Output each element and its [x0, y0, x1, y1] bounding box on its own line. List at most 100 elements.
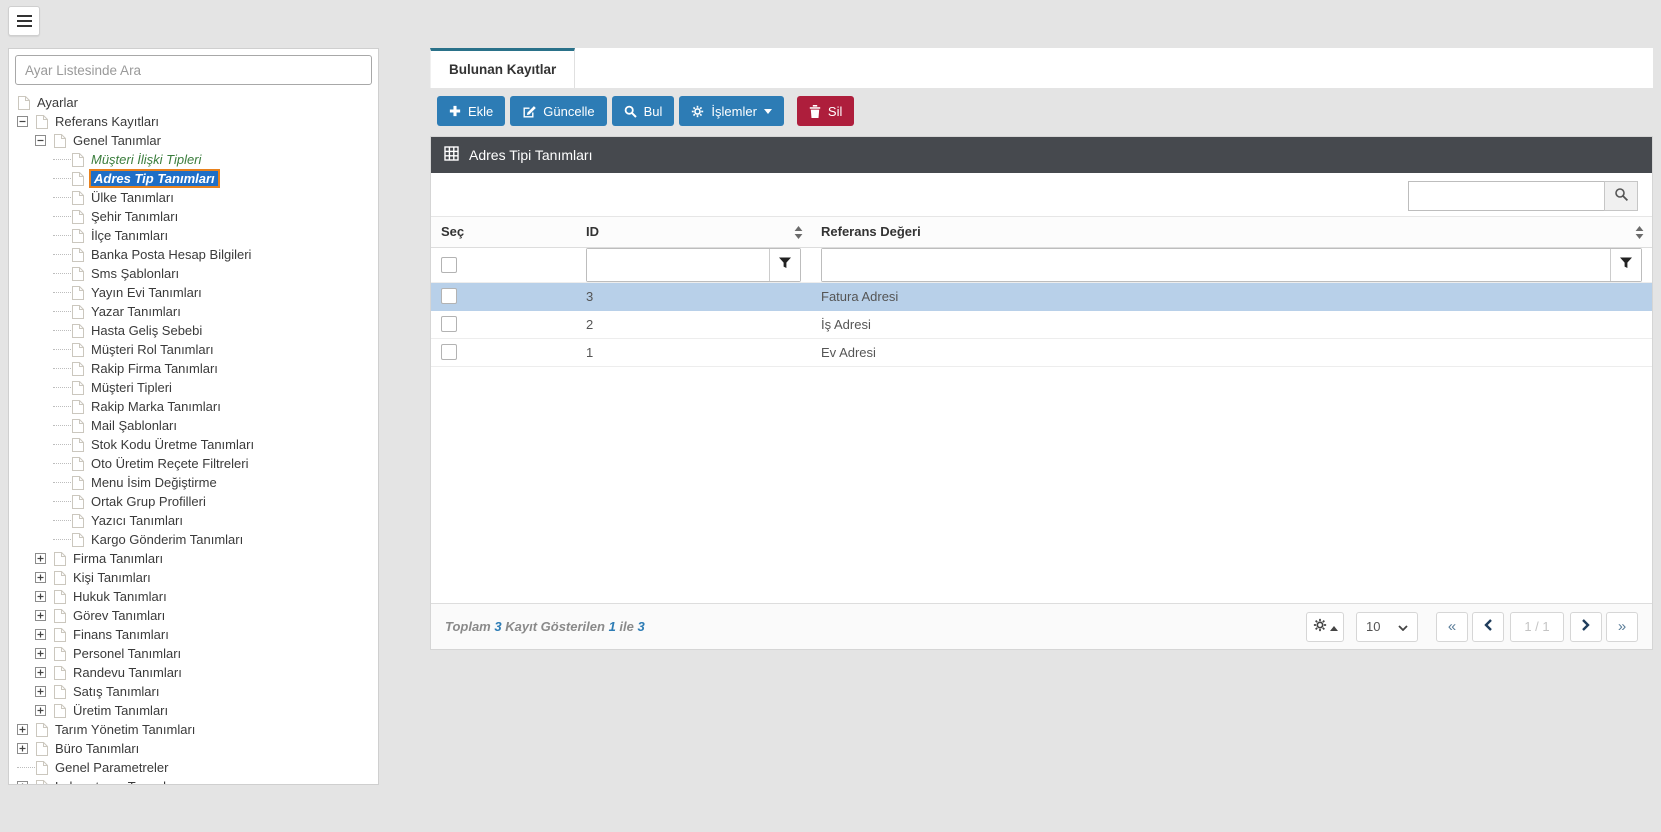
tree-item[interactable]: Rakip Marka Tanımları	[9, 397, 378, 416]
tree-item[interactable]: Banka Posta Hesap Bilgileri	[9, 245, 378, 264]
id-filter-input[interactable]	[587, 248, 768, 281]
tree-connector	[53, 226, 71, 245]
tree-connector	[53, 397, 71, 416]
first-page-button[interactable]: «	[1436, 611, 1468, 642]
expand-expander-icon[interactable]	[35, 701, 53, 720]
tree-connector	[53, 169, 71, 188]
tree-item[interactable]: Stok Kodu Üretme Tanımları	[9, 435, 378, 454]
document-icon	[53, 665, 69, 681]
gear-icon	[691, 105, 704, 118]
last-page-button[interactable]: »	[1606, 611, 1638, 642]
next-page-button[interactable]	[1570, 611, 1602, 642]
grid-settings-button[interactable]	[1306, 611, 1344, 642]
table-row[interactable]: 3 Fatura Adresi	[431, 282, 1652, 311]
expand-expander-icon[interactable]	[35, 625, 53, 644]
collapse-expander-icon[interactable]	[35, 131, 53, 150]
tree-item[interactable]: Müşteri Tipleri	[9, 378, 378, 397]
tree-item[interactable]: Ülke Tanımları	[9, 188, 378, 207]
expand-expander-icon[interactable]	[17, 720, 35, 739]
sort-icon[interactable]	[794, 226, 803, 242]
tree-item[interactable]: Oto Üretim Reçete Filtreleri	[9, 454, 378, 473]
tree-item[interactable]: Genel Parametreler	[9, 758, 378, 777]
tree-item[interactable]: Üretim Tanımları	[9, 701, 378, 720]
page-size-select[interactable]: 10	[1356, 611, 1418, 642]
tree-item[interactable]: Ortak Grup Profilleri	[9, 492, 378, 511]
i̇şlemler-button[interactable]: İşlemler	[679, 96, 784, 126]
previous-page-button[interactable]	[1472, 611, 1504, 642]
button-label: Bul	[643, 103, 663, 119]
settings-search-input[interactable]	[15, 55, 372, 85]
tree-item[interactable]: Görev Tanımları	[9, 606, 378, 625]
table-search-input[interactable]	[1408, 181, 1604, 211]
tree-item[interactable]: Laboratuvar Tanımları	[9, 777, 378, 784]
tree-item[interactable]: Büro Tanımları	[9, 739, 378, 758]
row-checkbox[interactable]	[441, 316, 457, 333]
tree-item-label: Oto Üretim Reçete Filtreleri	[91, 456, 249, 471]
column-header-id[interactable]: ID	[576, 217, 811, 248]
expand-expander-icon[interactable]	[35, 568, 53, 587]
document-icon	[35, 779, 51, 784]
table-row[interactable]: 2 İş Adresi	[431, 310, 1652, 339]
tree-connector	[53, 321, 71, 340]
tree-connector	[53, 378, 71, 397]
tree-item-label: Müşteri Tipleri	[91, 380, 172, 395]
tree-item[interactable]: Yazar Tanımları	[9, 302, 378, 321]
tree-item[interactable]: Yayın Evi Tanımları	[9, 283, 378, 302]
tree-item[interactable]: Referans Kayıtları	[9, 112, 378, 131]
tree-item[interactable]: Kargo Gönderim Tanımları	[9, 530, 378, 549]
row-id-cell: 2	[576, 310, 811, 339]
row-checkbox[interactable]	[441, 288, 457, 305]
expand-expander-icon[interactable]	[17, 739, 35, 758]
tree-item[interactable]: Tarım Yönetim Tanımları	[9, 720, 378, 739]
tree-item[interactable]: Firma Tanımları	[9, 549, 378, 568]
tree-item[interactable]: Finans Tanımları	[9, 625, 378, 644]
tree-item[interactable]: Şehir Tanımları	[9, 207, 378, 226]
expand-expander-icon[interactable]	[35, 587, 53, 606]
tree-item-label: Firma Tanımları	[73, 551, 164, 566]
tree-item[interactable]: Rakip Firma Tanımları	[9, 359, 378, 378]
güncelle-button[interactable]: Güncelle	[510, 96, 607, 126]
tree-item-label: Şehir Tanımları	[91, 209, 179, 224]
tree-item[interactable]: Sms Şablonları	[9, 264, 378, 283]
collapse-expander-icon[interactable]	[17, 112, 35, 131]
expand-expander-icon[interactable]	[35, 549, 53, 568]
select-all-checkbox[interactable]	[441, 256, 457, 273]
tree-item[interactable]: Ayarlar	[9, 93, 378, 112]
tab-bar: Bulunan Kayıtlar	[430, 48, 1653, 88]
tree-item[interactable]: Randevu Tanımları	[9, 663, 378, 682]
tree-item[interactable]: Yazıcı Tanımları	[9, 511, 378, 530]
expand-expander-icon[interactable]	[35, 644, 53, 663]
tree-item[interactable]: Genel Tanımlar	[9, 131, 378, 150]
menu-toggle-button[interactable]	[8, 6, 40, 36]
tree-item[interactable]: Satış Tanımları	[9, 682, 378, 701]
records-table: Seç ID Referans Değeri 3 Fatura Adresi 2…	[431, 217, 1652, 367]
tree-item[interactable]: Personel Tanımları	[9, 644, 378, 663]
tab-found-records[interactable]: Bulunan Kayıtlar	[430, 48, 576, 88]
expand-expander-icon[interactable]	[17, 777, 35, 784]
tree-item[interactable]: Müşteri Rol Tanımları	[9, 340, 378, 359]
tree-item[interactable]: İlçe Tanımları	[9, 226, 378, 245]
bul-button[interactable]: Bul	[611, 96, 675, 126]
table-search-button[interactable]	[1604, 181, 1638, 211]
value-filter-button[interactable]	[1610, 248, 1641, 281]
tree-item[interactable]: Hukuk Tanımları	[9, 587, 378, 606]
tree-item[interactable]: Müşteri İlişki Tipleri	[9, 150, 378, 169]
tree-item[interactable]: Hasta Geliş Sebebi	[9, 321, 378, 340]
column-header-value[interactable]: Referans Değeri	[811, 217, 1652, 248]
id-filter-button[interactable]	[769, 248, 800, 281]
expand-expander-icon[interactable]	[35, 682, 53, 701]
sil-button[interactable]: Sil	[796, 96, 855, 126]
row-checkbox[interactable]	[441, 344, 457, 361]
tree-item[interactable]: Kişi Tanımları	[9, 568, 378, 587]
tree-item[interactable]: Adres Tip Tanımları	[9, 169, 378, 188]
value-filter-input[interactable]	[822, 248, 1609, 281]
sort-icon[interactable]	[1635, 226, 1644, 242]
record-count-summary: Toplam 3 Kayıt Gösterilen 1 ile 3	[445, 619, 645, 634]
expand-expander-icon[interactable]	[35, 663, 53, 682]
expand-expander-icon[interactable]	[35, 606, 53, 625]
table-row[interactable]: 1 Ev Adresi	[431, 338, 1652, 367]
ekle-button[interactable]: Ekle	[437, 96, 506, 126]
tree-item[interactable]: Menu İsim Değiştirme	[9, 473, 378, 492]
tree-connector	[53, 150, 71, 169]
tree-item[interactable]: Mail Şablonları	[9, 416, 378, 435]
